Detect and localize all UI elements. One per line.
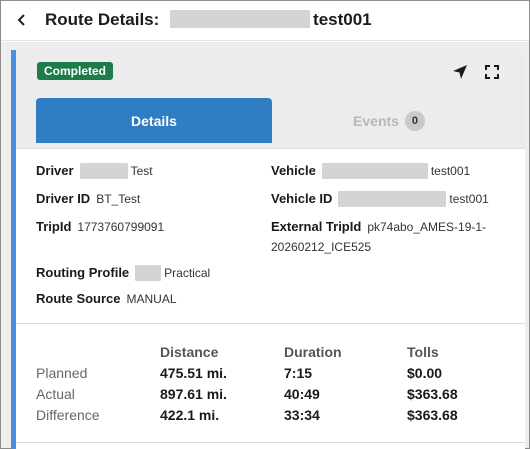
planned-distance: 475.51 mi. [160, 365, 227, 381]
page-title: Route Details: test001 [45, 9, 372, 30]
row-label-difference: Difference [36, 407, 100, 423]
events-count-badge: 0 [404, 110, 425, 131]
external-trip-id-label: External TripId [271, 219, 362, 234]
vehicle-id-label: Vehicle ID [271, 191, 333, 206]
driver-field: Driver Test [36, 162, 153, 180]
external-trip-id-value-line2: 20260212_ICE525 [271, 240, 372, 254]
planned-tolls: $0.00 [407, 365, 443, 381]
fullscreen-icon [485, 65, 499, 79]
vehicle-field: Vehicle test001 [271, 162, 471, 180]
status-badge: Completed [37, 62, 114, 80]
page-header: Route Details: test001 [1, 1, 529, 41]
col-duration: Duration [284, 344, 342, 360]
actual-tolls: $363.68 [407, 386, 458, 402]
row-label-planned: Planned [36, 365, 88, 381]
redacted-driver-name [79, 162, 128, 179]
title-prefix: Route Details: [45, 10, 165, 29]
routing-profile-label: Routing Profile [36, 265, 130, 280]
expand-button[interactable] [482, 62, 502, 82]
tab-events-label: Events [353, 112, 399, 129]
external-trip-id-field: External TripId pk74abo_AMES-19-1- [271, 219, 486, 235]
col-tolls: Tolls [407, 344, 439, 360]
routing-profile-field: Routing Profile Practical [36, 264, 211, 282]
routing-profile-value: Practical [164, 266, 211, 280]
redacted-vehicle-id [338, 190, 447, 207]
driver-id-label: Driver ID [36, 191, 91, 206]
details-panel: Driver Test Driver ID BT_Test TripId 177376… [16, 148, 525, 323]
tab-details-label: Details [131, 112, 177, 129]
navigation-arrow-icon [453, 65, 467, 79]
redacted-route-name [170, 9, 311, 28]
content-area: Completed Details Events 0 Driver Test D… [1, 42, 529, 449]
redacted-vehicle-name [321, 162, 428, 179]
col-distance: Distance [160, 344, 219, 360]
vehicle-id-value: test001 [449, 192, 489, 206]
summary-bottom-divider [16, 442, 525, 443]
actual-duration: 40:49 [284, 386, 320, 402]
tab-details[interactable]: Details [36, 98, 272, 143]
row-label-actual: Actual [36, 386, 75, 402]
difference-distance: 422.1 mi. [160, 407, 220, 423]
difference-duration: 33:34 [284, 407, 320, 423]
trip-id-field: TripId 1773760799091 [36, 219, 164, 235]
route-summary-table: Distance Duration Tolls Planned 475.51 m… [16, 324, 525, 449]
trip-id-value: 1773760799091 [77, 220, 165, 234]
tab-bar: Details Events 0 [36, 98, 506, 148]
driver-id-field: Driver ID BT_Test [36, 191, 140, 207]
planned-duration: 7:15 [284, 365, 313, 381]
difference-tolls: $363.68 [407, 407, 458, 423]
route-source-value: MANUAL [126, 292, 177, 306]
back-button[interactable] [11, 9, 33, 31]
card-header: Completed Details Events 0 [16, 50, 525, 148]
navigate-button[interactable] [450, 62, 470, 82]
route-source-label: Route Source [36, 291, 121, 306]
trip-id-label: TripId [36, 219, 72, 234]
tab-events[interactable]: Events 0 [272, 98, 506, 143]
chevron-left-icon [17, 14, 25, 26]
external-trip-id-continued: 20260212_ICE525 [271, 239, 371, 255]
external-trip-id-value: pk74abo_AMES-19-1- [367, 220, 487, 234]
title-suffix: test001 [313, 10, 372, 29]
driver-id-value: BT_Test [96, 192, 141, 206]
route-source-field: Route Source MANUAL [36, 291, 177, 307]
vehicle-id-field: Vehicle ID test001 [271, 190, 489, 208]
actual-distance: 897.61 mi. [160, 386, 227, 402]
route-card: Completed Details Events 0 Driver Test D… [11, 50, 525, 449]
driver-label: Driver [36, 163, 74, 178]
driver-value: Test [130, 164, 153, 178]
vehicle-value: test001 [430, 164, 471, 178]
vehicle-label: Vehicle [271, 163, 316, 178]
redacted-profile-prefix [135, 264, 162, 281]
